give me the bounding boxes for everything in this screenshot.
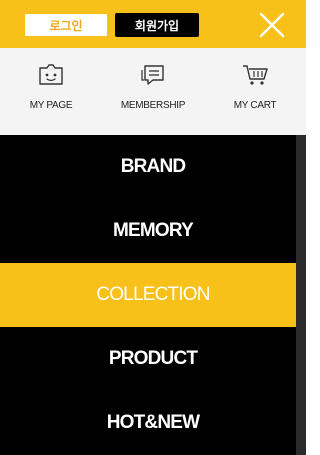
menu-header: 로그인 회원가입 [0,0,306,48]
quick-links: MY PAGE MEMBERSHIP MY CART [0,48,306,135]
cart-icon [243,65,268,85]
quick-link-my-cart[interactable]: MY CART [204,48,306,135]
background-page-edge [296,135,306,455]
menu-item-label: MEMORY [113,220,194,241]
close-icon[interactable] [258,11,286,39]
menu-item-collection[interactable]: COLLECTION [0,263,306,327]
signup-button[interactable]: 회원가입 [115,13,199,37]
profile-card-icon [39,64,63,85]
quick-link-membership[interactable]: MEMBERSHIP [102,48,204,135]
quick-link-label: MY PAGE [29,100,73,111]
main-menu: BRAND MEMORY COLLECTION PRODUCT HOT&NEW [0,135,306,455]
quick-link-label: MY CART [233,100,277,111]
menu-item-label: BRAND [120,156,186,177]
menu-item-product[interactable]: PRODUCT [0,327,306,391]
menu-item-label: HOT&NEW [106,412,200,433]
menu-item-brand[interactable]: BRAND [0,135,306,199]
quick-link-my-page[interactable]: MY PAGE [0,48,102,135]
menu-item-memory[interactable]: MEMORY [0,199,306,263]
menu-item-label: COLLECTION [96,284,210,305]
login-button[interactable]: 로그인 [24,13,108,37]
menu-item-hot-new[interactable]: HOT&NEW [0,391,306,455]
menu-item-label: PRODUCT [108,348,198,369]
mobile-side-menu: 로그인 회원가입 MY PAGE MEMBERSHIP MY CART BRAN… [0,0,306,455]
chat-list-icon [141,65,164,85]
quick-link-label: MEMBERSHIP [120,100,186,111]
